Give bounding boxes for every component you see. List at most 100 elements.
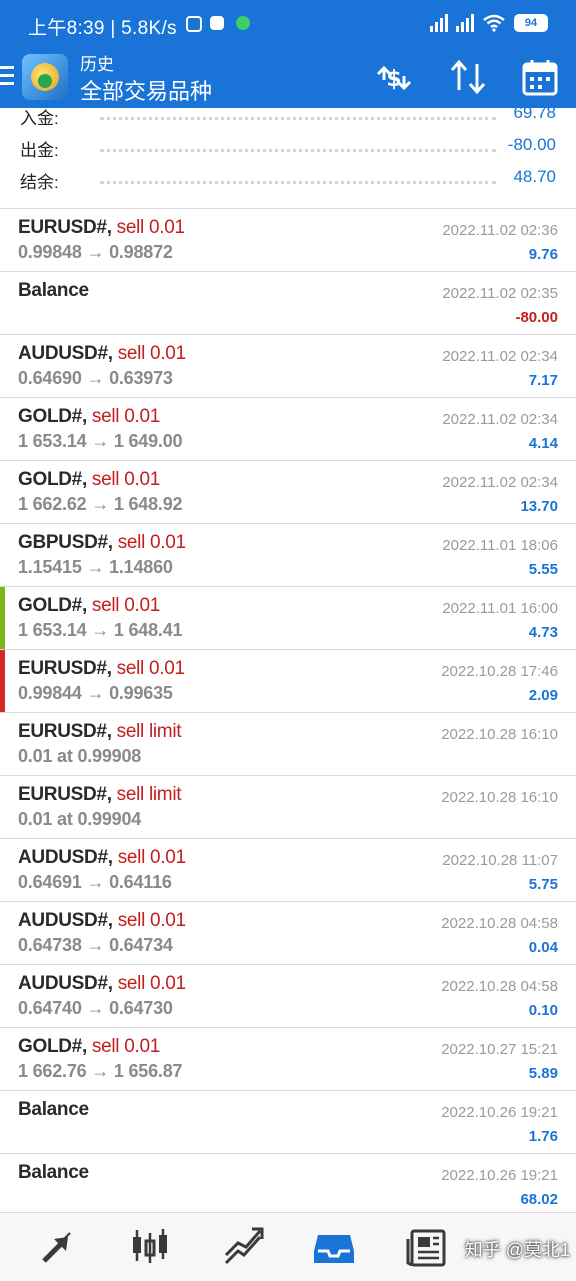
deal-row[interactable]: AUDUSD#, sell 0.01 0.64740 → 0.64730 2022.… [0, 965, 576, 1028]
history-inbox-icon[interactable] [312, 1225, 356, 1269]
news-icon[interactable] [406, 1225, 450, 1269]
deal-row[interactable]: Balance 2022.10.26 19:21 1.76 [0, 1091, 576, 1154]
deal-time: 2022.10.28 04:58 [441, 978, 558, 995]
deal-symbol: EURUSD#, [18, 217, 112, 238]
deal-row[interactable]: Balance 2022.11.02 02:35 -80.00 [0, 272, 576, 335]
deal-marker [0, 650, 5, 713]
deal-row[interactable]: AUDUSD#, sell 0.01 0.64738 → 0.64734 2022.… [0, 902, 576, 965]
deal-profit: 4.14 [528, 435, 558, 452]
deal-profit: 13.70 [520, 498, 558, 515]
svg-text:$: $ [386, 67, 401, 92]
deal-prices: 1 662.62 → 1 648.92 [18, 494, 183, 514]
deal-prices: 1.15415 → 1.14860 [18, 557, 173, 577]
deal-title: Balance [18, 1162, 89, 1184]
summary-row: 入金: 69.78 [0, 108, 576, 132]
deal-row[interactable]: EURUSD#, sell limit 0.01 at 0.99904 2022.1… [0, 776, 576, 839]
deal-time: 2022.10.28 04:58 [441, 915, 558, 932]
deal-action: sell limit [116, 784, 182, 805]
deal-time: 2022.10.28 16:10 [441, 726, 558, 743]
summary-label: 出金: [20, 141, 59, 160]
deal-symbol: EURUSD#, [18, 784, 112, 805]
deal-row[interactable]: EURUSD#, sell 0.01 0.99844 → 0.99635 2022.… [0, 650, 576, 713]
summary-value: 48.70 [513, 167, 556, 186]
calendar-icon[interactable] [518, 58, 562, 98]
deal-profit: 68.02 [520, 1191, 558, 1208]
deal-time: 2022.10.28 16:10 [441, 789, 558, 806]
deal-action: sell 0.01 [91, 469, 160, 490]
deal-title: GBPUSD#, sell 0.01 [18, 532, 186, 554]
deal-symbol: GBPUSD#, [18, 532, 113, 553]
currency-exchange-icon[interactable]: $ [372, 58, 416, 98]
deal-row[interactable]: EURUSD#, sell limit 0.01 at 0.99908 2022.1… [0, 713, 576, 776]
deal-time: 2022.11.02 02:34 [442, 411, 558, 428]
deal-profit: 0.04 [528, 939, 558, 956]
deal-marker [0, 587, 5, 650]
deal-symbol: Balance [18, 280, 89, 301]
deal-row[interactable]: GOLD#, sell 0.01 1 653.14 → 1 648.41 2022.… [0, 587, 576, 650]
symbol-filter[interactable]: 全部交易品种 [80, 74, 212, 106]
deal-row[interactable]: GBPUSD#, sell 0.01 1.15415 → 1.14860 2022.… [0, 524, 576, 587]
status-bar: 上午8:39 | 5.8K/s 94 [0, 0, 576, 50]
deal-symbol: EURUSD#, [18, 721, 112, 742]
deal-profit: 2.09 [528, 687, 558, 704]
deal-row[interactable]: EURUSD#, sell 0.01 0.99848 → 0.98872 2022.… [0, 209, 576, 272]
summary-value: 69.78 [513, 108, 556, 122]
status-time: 上午8:39 | 5.8K/s [28, 18, 177, 39]
deal-title: Balance [18, 280, 89, 302]
deal-row[interactable]: AUDUSD#, sell 0.01 0.64690 → 0.63973 2022.… [0, 335, 576, 398]
deal-time: 2022.11.02 02:36 [442, 222, 558, 239]
deal-row[interactable]: AUDUSD#, sell 0.01 0.64691 → 0.64116 2022.… [0, 839, 576, 902]
deal-action: sell 0.01 [117, 343, 186, 364]
app-logo [22, 54, 68, 100]
candlestick-chart-icon[interactable] [128, 1225, 172, 1269]
wifi-icon [483, 14, 505, 32]
deal-profit: 5.55 [528, 561, 558, 578]
menu-icon[interactable] [0, 66, 14, 86]
deal-action: sell 0.01 [91, 1036, 160, 1057]
deal-title: EURUSD#, sell limit [18, 721, 182, 743]
deal-symbol: GOLD#, [18, 469, 87, 490]
deal-profit: 5.89 [528, 1065, 558, 1082]
deal-action: sell limit [116, 721, 182, 742]
dotted-leader [100, 117, 496, 120]
deal-time: 2022.10.26 19:21 [441, 1104, 558, 1121]
deal-symbol: AUDUSD#, [18, 343, 113, 364]
deal-symbol: AUDUSD#, [18, 847, 113, 868]
sync-icon [186, 16, 202, 32]
deal-time: 2022.10.28 11:07 [442, 852, 558, 869]
page-title: 历史 [80, 55, 114, 74]
signal-icon [430, 14, 448, 32]
deal-title: GOLD#, sell 0.01 [18, 1036, 160, 1058]
deal-prices: 1 662.76 → 1 656.87 [18, 1061, 183, 1081]
watermark: 知乎 @莫北1 [464, 1240, 570, 1260]
deal-row[interactable]: GOLD#, sell 0.01 1 662.76 → 1 656.87 2022.… [0, 1028, 576, 1091]
deal-symbol: GOLD#, [18, 595, 87, 616]
deal-symbol: AUDUSD#, [18, 973, 113, 994]
deal-prices: 1 653.14 → 1 649.00 [18, 431, 183, 451]
deal-title: GOLD#, sell 0.01 [18, 469, 160, 491]
deal-prices: 0.01 at 0.99908 [18, 746, 142, 766]
deal-row[interactable]: GOLD#, sell 0.01 1 653.14 → 1 649.00 2022.… [0, 398, 576, 461]
summary-value: -80.00 [507, 135, 556, 154]
deal-time: 2022.10.26 19:21 [441, 1167, 558, 1184]
deal-symbol: AUDUSD#, [18, 910, 113, 931]
summary-row: 出金: -80.00 [0, 132, 576, 164]
deal-row[interactable]: GOLD#, sell 0.01 1 662.62 → 1 648.92 2022.… [0, 461, 576, 524]
deal-action: sell 0.01 [116, 217, 185, 238]
app-notify-icon [210, 16, 224, 30]
sort-icon[interactable] [446, 58, 490, 98]
trend-line-icon[interactable] [222, 1225, 266, 1269]
deal-profit: 4.73 [528, 624, 558, 641]
deal-row[interactable]: Balance 2022.10.26 19:21 68.02 [0, 1154, 576, 1212]
deal-prices: 0.99844 → 0.99635 [18, 683, 173, 703]
deal-time: 2022.11.02 02:35 [442, 285, 558, 302]
dotted-leader [100, 181, 496, 184]
deal-action: sell 0.01 [117, 910, 186, 931]
deal-prices: 0.64690 → 0.63973 [18, 368, 173, 388]
deal-action: sell 0.01 [117, 847, 186, 868]
history-list[interactable]: 入金: 69.78 出金: -80.00 结余: 48.70 EURUSD#, sell 0… [0, 108, 576, 1212]
deal-title: AUDUSD#, sell 0.01 [18, 343, 186, 365]
dotted-leader [100, 149, 496, 152]
deal-action: sell 0.01 [116, 658, 185, 679]
trade-arrows-icon[interactable] [36, 1225, 80, 1269]
